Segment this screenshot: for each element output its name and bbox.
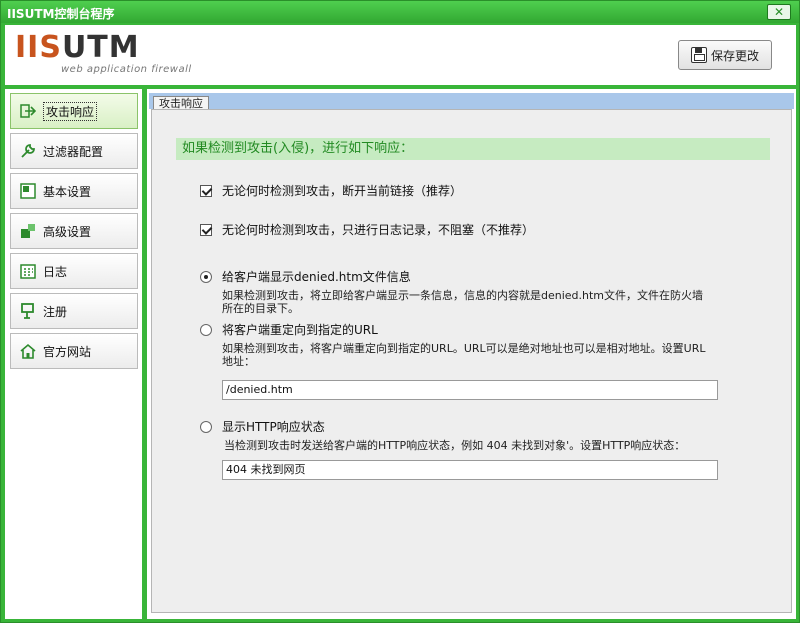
sidebar-item-basic-settings[interactable]: 基本设置 [10,173,138,209]
denied-label: 给客户端显示denied.htm文件信息 [222,270,411,284]
http-status-field[interactable]: 404 未找到网页 [222,460,718,480]
close-button[interactable]: ✕ [767,4,791,20]
option-denied-row[interactable]: 给客户端显示denied.htm文件信息 [200,268,411,285]
disconnect-checkbox[interactable] [200,184,212,197]
redirect-url-field[interactable]: /denied.htm [222,380,718,400]
option-http-row[interactable]: 显示HTTP响应状态 [200,418,325,435]
advanced-icon [19,222,37,240]
section-banner: 如果检测到攻击(入侵)，进行如下响应： [176,138,770,160]
attack-response-panel: 如果检测到攻击(入侵)，进行如下响应： 无论何时检测到攻击，断开当前链接（推荐）… [151,109,792,613]
header: IISUTM web application firewall 保存更改 [5,25,796,85]
redirect-description-line2: 地址： [222,355,255,368]
sidebar-item-register[interactable]: 注册 [10,293,138,329]
tab-strip: 攻击响应 [149,93,794,111]
calendar-icon [19,262,37,280]
redirect-radio[interactable] [200,323,212,336]
logo: IISUTM web application firewall [15,30,191,76]
sidebar-item-official-site[interactable]: 官方网站 [10,333,138,369]
option-disconnect-row[interactable]: 无论何时检测到攻击，断开当前链接（推荐） [200,182,462,199]
redirect-description: 如果检测到攻击，将客户端重定向到指定的URL。URL可以是绝对地址也可以是相对地… [222,342,782,368]
logonly-label: 无论何时检测到攻击，只进行日志记录，不阻塞（不推荐） [222,223,535,237]
save-button-label: 保存更改 [710,48,759,63]
register-icon [19,302,37,320]
sidebar-item-advanced-settings[interactable]: 高级设置 [10,213,138,249]
denied-description: 如果检测到攻击，将立即给客户端显示一条信息，信息的内容就是denied.htm文… [222,289,782,315]
http-status-description: 当检测到攻击时发送给客户端的HTTP响应状态，例如 404 未找到对象'。设置H… [224,439,686,452]
logo-brand-prefix: IIS [15,30,62,65]
sidebar-item-label: 高级设置 [43,224,92,239]
sidebar-item-label: 过滤器配置 [43,144,104,159]
logonly-checkbox[interactable] [200,223,212,236]
denied-description-line1: 如果检测到攻击，将立即给客户端显示一条信息，信息的内容就是denied.htm文… [222,289,704,302]
http-status-label: 显示HTTP响应状态 [222,420,325,434]
sidebar-item-filter-config[interactable]: 过滤器配置 [10,133,138,169]
sidebar-item-log[interactable]: 日志 [10,253,138,289]
denied-description-line2: 所在的目录下。 [222,302,299,315]
window-title: IISUTM控制台程序 [7,7,115,21]
arrow-right-icon [19,102,37,120]
sidebar-item-label: 基本设置 [43,184,92,199]
settings-icon [19,182,37,200]
option-redirect-row[interactable]: 将客户端重定向到指定的URL [200,321,378,338]
save-disk-icon [690,47,707,63]
sidebar-item-attack-response[interactable]: 攻击响应 [10,93,138,129]
home-icon [19,342,37,360]
sidebar: 攻击响应 过滤器配置 基本设置 高级设置 日志 注册 官方网站 [5,89,142,619]
wrench-icon [19,142,37,160]
disconnect-label: 无论何时检测到攻击，断开当前链接（推荐） [222,184,463,198]
option-logonly-row[interactable]: 无论何时检测到攻击，只进行日志记录，不阻塞（不推荐） [200,221,534,238]
main-content: 攻击响应 如果检测到攻击(入侵)，进行如下响应： 无论何时检测到攻击，断开当前链… [147,89,796,619]
sidebar-item-label: 官方网站 [43,344,92,359]
logo-tagline: web application firewall [61,64,192,75]
denied-radio[interactable] [200,270,212,283]
title-bar: IISUTM控制台程序 ✕ [1,1,799,23]
redirect-description-line1: 如果检测到攻击，将客户端重定向到指定的URL。URL可以是绝对地址也可以是相对地… [222,342,706,355]
redirect-label: 将客户端重定向到指定的URL [222,323,378,337]
sidebar-item-label: 注册 [43,304,68,319]
sidebar-item-label: 日志 [43,264,68,279]
http-status-radio[interactable] [200,420,212,433]
save-button[interactable]: 保存更改 [678,40,772,70]
logo-brand-rest: UTM [61,30,140,65]
sidebar-item-label: 攻击响应 [43,101,98,121]
app-window: IISUTM控制台程序 ✕ IISUTM web application fir… [0,0,800,623]
